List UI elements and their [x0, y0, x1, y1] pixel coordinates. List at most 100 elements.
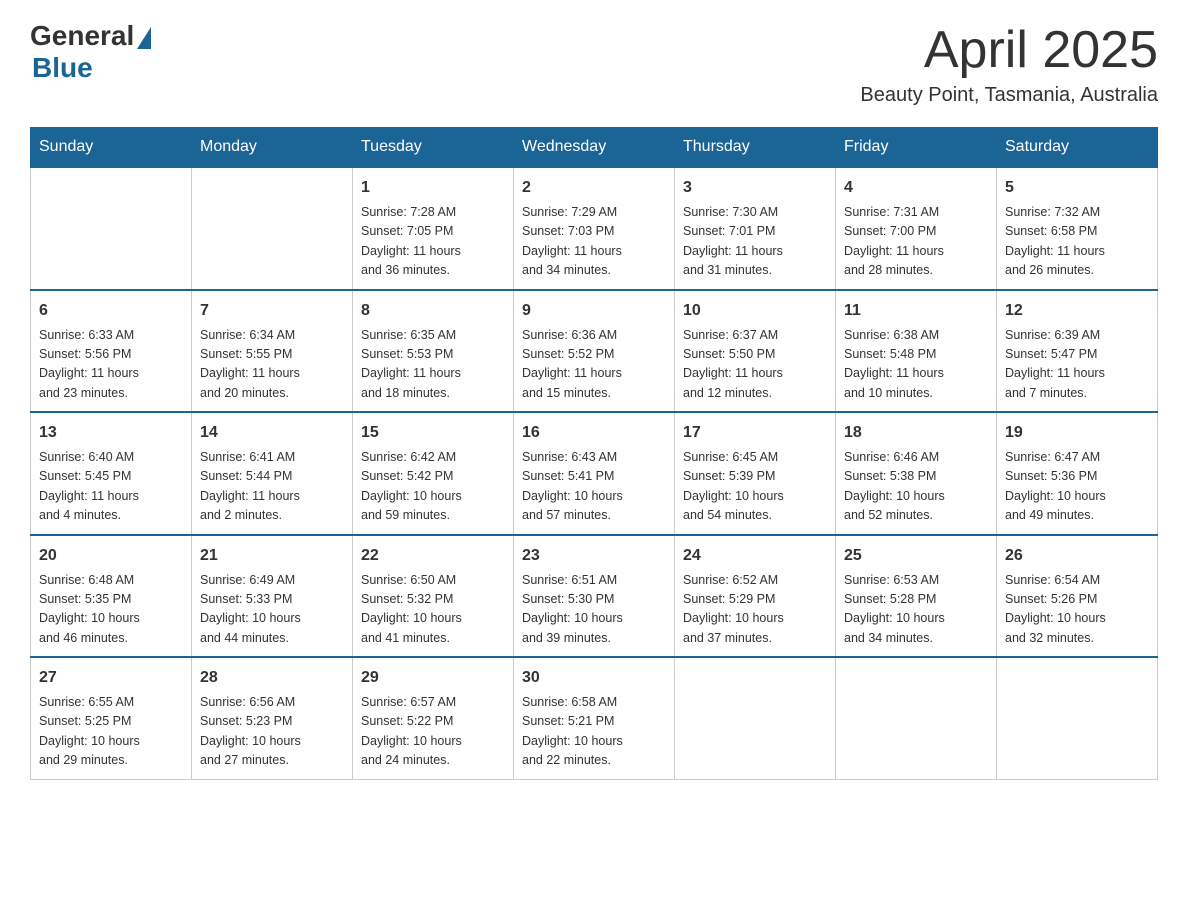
calendar-cell: 21 Sunrise: 6:49 AM Sunset: 5:33 PM Dayli… — [192, 535, 353, 658]
day-info: Sunrise: 6:53 AM Sunset: 5:28 PM Dayligh… — [844, 571, 988, 649]
calendar-cell: 5 Sunrise: 7:32 AM Sunset: 6:58 PM Daylig… — [997, 167, 1158, 290]
calendar-cell: 16 Sunrise: 6:43 AM Sunset: 5:41 PM Dayli… — [514, 412, 675, 535]
day-info: Sunrise: 7:29 AM Sunset: 7:03 PM Dayligh… — [522, 203, 666, 281]
logo-triangle-icon — [137, 27, 151, 49]
calendar-body: 1 Sunrise: 7:28 AM Sunset: 7:05 PM Daylig… — [31, 167, 1158, 779]
day-info: Sunrise: 6:38 AM Sunset: 5:48 PM Dayligh… — [844, 326, 988, 404]
header-cell-friday: Friday — [836, 128, 997, 168]
day-info: Sunrise: 6:54 AM Sunset: 5:26 PM Dayligh… — [1005, 571, 1149, 649]
day-number: 13 — [39, 421, 183, 445]
calendar-cell: 4 Sunrise: 7:31 AM Sunset: 7:00 PM Daylig… — [836, 167, 997, 290]
calendar-cell: 10Sunrise: 6:37 AM Sunset: 5:50 PM Dayli… — [675, 290, 836, 413]
day-number: 7 — [200, 299, 344, 323]
calendar-week-4: 20Sunrise: 6:48 AM Sunset: 5:35 PM Dayli… — [31, 535, 1158, 658]
day-number: 18 — [844, 421, 988, 445]
day-number: 23 — [522, 544, 666, 568]
day-info: Sunrise: 6:39 AM Sunset: 5:47 PM Dayligh… — [1005, 326, 1149, 404]
day-number: 1 — [361, 176, 505, 200]
calendar-cell: 29 Sunrise: 6:57 AM Sunset: 5:22 PM Dayli… — [353, 657, 514, 779]
day-info: Sunrise: 6:57 AM Sunset: 5:22 PM Dayligh… — [361, 693, 505, 771]
day-number: 8 — [361, 299, 505, 323]
calendar-cell: 19 Sunrise: 6:47 AM Sunset: 5:36 PM Dayli… — [997, 412, 1158, 535]
calendar-cell: 3 Sunrise: 7:30 AM Sunset: 7:01 PM Daylig… — [675, 167, 836, 290]
calendar-week-2: 6 Sunrise: 6:33 AM Sunset: 5:56 PM Daylig… — [31, 290, 1158, 413]
day-info: Sunrise: 6:49 AM Sunset: 5:33 PM Dayligh… — [200, 571, 344, 649]
month-title: April 2025 — [860, 20, 1158, 80]
day-info: Sunrise: 6:37 AM Sunset: 5:50 PM Dayligh… — [683, 326, 827, 404]
calendar-cell — [997, 657, 1158, 779]
day-info: Sunrise: 6:52 AM Sunset: 5:29 PM Dayligh… — [683, 571, 827, 649]
calendar-cell: 13Sunrise: 6:40 AM Sunset: 5:45 PM Dayli… — [31, 412, 192, 535]
day-number: 21 — [200, 544, 344, 568]
calendar-cell — [675, 657, 836, 779]
calendar-cell: 6 Sunrise: 6:33 AM Sunset: 5:56 PM Daylig… — [31, 290, 192, 413]
calendar-cell: 14Sunrise: 6:41 AM Sunset: 5:44 PM Dayli… — [192, 412, 353, 535]
calendar-cell: 1 Sunrise: 7:28 AM Sunset: 7:05 PM Daylig… — [353, 167, 514, 290]
location-text: Beauty Point, Tasmania, Australia — [860, 84, 1158, 107]
day-number: 6 — [39, 299, 183, 323]
calendar-cell: 18Sunrise: 6:46 AM Sunset: 5:38 PM Dayli… — [836, 412, 997, 535]
day-number: 4 — [844, 176, 988, 200]
calendar-cell — [192, 167, 353, 290]
title-section: April 2025 Beauty Point, Tasmania, Austr… — [860, 20, 1158, 107]
calendar-cell: 22Sunrise: 6:50 AM Sunset: 5:32 PM Dayli… — [353, 535, 514, 658]
calendar-week-5: 27 Sunrise: 6:55 AM Sunset: 5:25 PM Dayli… — [31, 657, 1158, 779]
page-header: General Blue April 2025 Beauty Point, Ta… — [30, 20, 1158, 107]
calendar-cell: 26 Sunrise: 6:54 AM Sunset: 5:26 PM Dayli… — [997, 535, 1158, 658]
logo: General Blue — [30, 20, 151, 84]
calendar-cell: 24 Sunrise: 6:52 AM Sunset: 5:29 PM Dayli… — [675, 535, 836, 658]
calendar-table: SundayMondayTuesdayWednesdayThursdayFrid… — [30, 127, 1158, 780]
day-number: 22 — [361, 544, 505, 568]
header-cell-thursday: Thursday — [675, 128, 836, 168]
header-cell-sunday: Sunday — [31, 128, 192, 168]
day-number: 17 — [683, 421, 827, 445]
calendar-cell: 9 Sunrise: 6:36 AM Sunset: 5:52 PM Daylig… — [514, 290, 675, 413]
logo-general-text: General — [30, 20, 134, 52]
calendar-cell: 28Sunrise: 6:56 AM Sunset: 5:23 PM Dayli… — [192, 657, 353, 779]
day-number: 11 — [844, 299, 988, 323]
day-number: 29 — [361, 666, 505, 690]
day-info: Sunrise: 6:41 AM Sunset: 5:44 PM Dayligh… — [200, 448, 344, 526]
day-number: 15 — [361, 421, 505, 445]
day-number: 16 — [522, 421, 666, 445]
calendar-cell — [836, 657, 997, 779]
calendar-week-3: 13Sunrise: 6:40 AM Sunset: 5:45 PM Dayli… — [31, 412, 1158, 535]
day-info: Sunrise: 7:28 AM Sunset: 7:05 PM Dayligh… — [361, 203, 505, 281]
day-number: 19 — [1005, 421, 1149, 445]
day-info: Sunrise: 6:36 AM Sunset: 5:52 PM Dayligh… — [522, 326, 666, 404]
calendar-cell: 11 Sunrise: 6:38 AM Sunset: 5:48 PM Dayli… — [836, 290, 997, 413]
day-number: 9 — [522, 299, 666, 323]
day-info: Sunrise: 6:34 AM Sunset: 5:55 PM Dayligh… — [200, 326, 344, 404]
day-number: 24 — [683, 544, 827, 568]
day-info: Sunrise: 6:43 AM Sunset: 5:41 PM Dayligh… — [522, 448, 666, 526]
day-info: Sunrise: 6:47 AM Sunset: 5:36 PM Dayligh… — [1005, 448, 1149, 526]
day-info: Sunrise: 7:31 AM Sunset: 7:00 PM Dayligh… — [844, 203, 988, 281]
header-cell-tuesday: Tuesday — [353, 128, 514, 168]
calendar-cell: 30Sunrise: 6:58 AM Sunset: 5:21 PM Dayli… — [514, 657, 675, 779]
calendar-cell: 15 Sunrise: 6:42 AM Sunset: 5:42 PM Dayli… — [353, 412, 514, 535]
day-number: 26 — [1005, 544, 1149, 568]
calendar-cell: 23Sunrise: 6:51 AM Sunset: 5:30 PM Dayli… — [514, 535, 675, 658]
calendar-cell: 25 Sunrise: 6:53 AM Sunset: 5:28 PM Dayli… — [836, 535, 997, 658]
calendar-header: SundayMondayTuesdayWednesdayThursdayFrid… — [31, 128, 1158, 168]
calendar-cell: 2Sunrise: 7:29 AM Sunset: 7:03 PM Daylig… — [514, 167, 675, 290]
day-number: 3 — [683, 176, 827, 200]
calendar-cell: 27 Sunrise: 6:55 AM Sunset: 5:25 PM Dayli… — [31, 657, 192, 779]
day-number: 5 — [1005, 176, 1149, 200]
day-info: Sunrise: 6:35 AM Sunset: 5:53 PM Dayligh… — [361, 326, 505, 404]
day-info: Sunrise: 7:30 AM Sunset: 7:01 PM Dayligh… — [683, 203, 827, 281]
day-info: Sunrise: 6:33 AM Sunset: 5:56 PM Dayligh… — [39, 326, 183, 404]
day-info: Sunrise: 7:32 AM Sunset: 6:58 PM Dayligh… — [1005, 203, 1149, 281]
header-cell-saturday: Saturday — [997, 128, 1158, 168]
day-info: Sunrise: 6:48 AM Sunset: 5:35 PM Dayligh… — [39, 571, 183, 649]
day-number: 25 — [844, 544, 988, 568]
calendar-cell — [31, 167, 192, 290]
day-number: 27 — [39, 666, 183, 690]
calendar-cell: 17Sunrise: 6:45 AM Sunset: 5:39 PM Dayli… — [675, 412, 836, 535]
calendar-cell: 20Sunrise: 6:48 AM Sunset: 5:35 PM Dayli… — [31, 535, 192, 658]
day-info: Sunrise: 6:56 AM Sunset: 5:23 PM Dayligh… — [200, 693, 344, 771]
calendar-cell: 12Sunrise: 6:39 AM Sunset: 5:47 PM Dayli… — [997, 290, 1158, 413]
day-info: Sunrise: 6:42 AM Sunset: 5:42 PM Dayligh… — [361, 448, 505, 526]
day-info: Sunrise: 6:55 AM Sunset: 5:25 PM Dayligh… — [39, 693, 183, 771]
header-row: SundayMondayTuesdayWednesdayThursdayFrid… — [31, 128, 1158, 168]
